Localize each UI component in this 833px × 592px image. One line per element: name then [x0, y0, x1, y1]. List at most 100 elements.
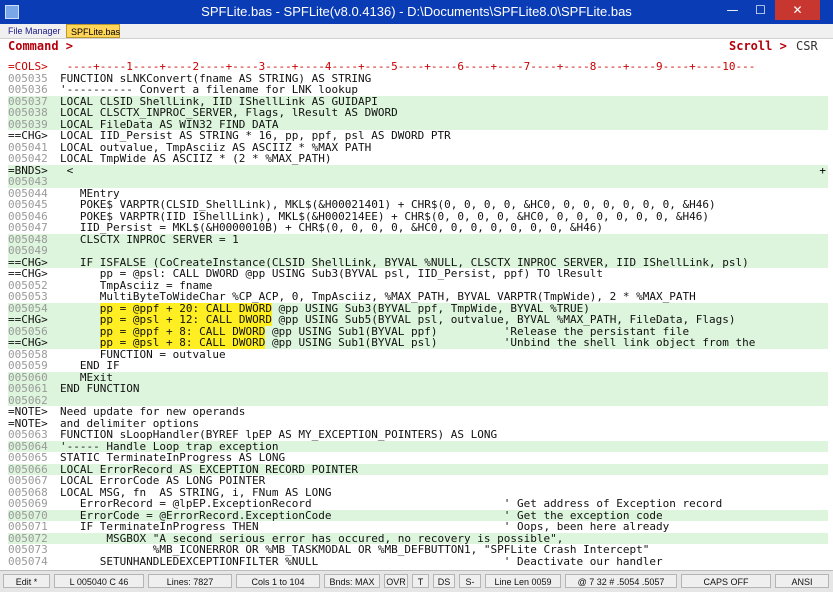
- editor-line[interactable]: 005058 FUNCTION = outvalue: [8, 349, 828, 361]
- line-prefix[interactable]: 005048: [8, 234, 60, 246]
- editor-line[interactable]: 005039 LOCAL FileData AS WIN32_FIND_DATA: [8, 118, 828, 131]
- editor-line[interactable]: 005038 LOCAL CLSCTX_INPROC_SERVER, Flags,…: [8, 107, 828, 119]
- line-prefix[interactable]: ==CHG>: [8, 257, 60, 269]
- status-ds[interactable]: DS: [433, 574, 455, 588]
- editor-line[interactable]: 005037 LOCAL CLSID_ShellLink, IID_IShellL…: [8, 95, 828, 108]
- line-prefix[interactable]: 005072: [8, 533, 60, 545]
- editor-line[interactable]: =NOTE> and delimiter options: [8, 418, 828, 430]
- line-prefix[interactable]: 005041: [8, 142, 60, 154]
- line-prefix[interactable]: 005037: [8, 96, 60, 108]
- line-prefix[interactable]: 005058: [8, 349, 60, 361]
- line-prefix[interactable]: 005059: [8, 360, 60, 372]
- line-prefix[interactable]: 005047: [8, 222, 60, 234]
- line-prefix[interactable]: 005065: [8, 452, 60, 464]
- line-prefix[interactable]: ==CHG>: [8, 130, 60, 142]
- line-prefix[interactable]: 005061: [8, 383, 60, 395]
- line-prefix[interactable]: ==CHG>: [8, 314, 60, 326]
- line-prefix[interactable]: 005063: [8, 429, 60, 441]
- editor-line[interactable]: 005068 LOCAL MSG, fn AS STRING, i, FNum A…: [8, 487, 828, 499]
- editor-area[interactable]: =COLS> ----+----1----+----2----+----3---…: [8, 61, 828, 567]
- line-prefix[interactable]: 005066: [8, 464, 60, 476]
- editor-line[interactable]: 005070 ErrorCode = @ErrorRecord.Exceptio…: [8, 509, 828, 522]
- command-input[interactable]: Command >: [8, 39, 73, 53]
- editor-line[interactable]: 005072 MSGBOX "A second serious error ha…: [8, 532, 828, 545]
- editor-line[interactable]: 005036 '---------- Convert a filename for…: [8, 84, 828, 96]
- editor-line[interactable]: 005046 POKE$ VARPTR(IID_IShellLink), MKL…: [8, 211, 828, 223]
- editor-line[interactable]: 005042 LOCAL TmpWide AS ASCIIZ * (2 * %MA…: [8, 153, 828, 165]
- line-prefix[interactable]: 005056: [8, 326, 60, 338]
- tab-spflite-bas[interactable]: SPFLite.bas: [66, 24, 120, 38]
- editor-line[interactable]: 005053 MultiByteToWideChar %CP_ACP, 0, T…: [8, 291, 828, 303]
- line-prefix[interactable]: 005039: [8, 119, 60, 131]
- editor-line[interactable]: 005049: [8, 245, 828, 257]
- line-prefix[interactable]: 005052: [8, 280, 60, 292]
- line-prefix[interactable]: 005073: [8, 544, 60, 556]
- status-s[interactable]: S-: [459, 574, 481, 588]
- line-prefix[interactable]: 005038: [8, 107, 60, 119]
- editor-line[interactable]: ==CHG> IF ISFALSE (CoCreateInstance(CLSI…: [8, 256, 828, 269]
- tab-file-manager[interactable]: File Manager: [4, 24, 66, 38]
- line-prefix[interactable]: 005068: [8, 487, 60, 499]
- editor-line[interactable]: 005065 STATIC TerminateInProgress AS LONG: [8, 452, 828, 464]
- editor-line[interactable]: 005054 pp = @ppf + 20: CALL DWORD @pp US…: [8, 302, 828, 315]
- editor-line[interactable]: =BNDS> < +: [8, 164, 828, 177]
- line-prefix[interactable]: 005053: [8, 291, 60, 303]
- editor-line[interactable]: 005035 FUNCTION sLNKConvert(fname AS STRI…: [8, 73, 828, 85]
- line-prefix[interactable]: 005067: [8, 475, 60, 487]
- line-prefix[interactable]: 005035: [8, 73, 60, 85]
- editor-line[interactable]: 005074 SETUNHANDLEDEXCEPTIONFILTER %NULL…: [8, 556, 828, 568]
- line-prefix[interactable]: 005070: [8, 510, 60, 522]
- line-prefix[interactable]: 005044: [8, 188, 60, 200]
- editor-line[interactable]: 005066 LOCAL ErrorRecord AS EXCEPTION_REC…: [8, 463, 828, 476]
- line-prefix[interactable]: 005043: [8, 176, 60, 188]
- line-prefix[interactable]: 005045: [8, 199, 60, 211]
- line-prefix[interactable]: =COLS>: [8, 61, 60, 73]
- line-prefix[interactable]: 005036: [8, 84, 60, 96]
- line-prefix[interactable]: 005054: [8, 303, 60, 315]
- line-prefix[interactable]: =NOTE>: [8, 406, 60, 418]
- editor-line[interactable]: 005073 %MB_ICONERROR OR %MB_TASKMODAL OR…: [8, 544, 828, 556]
- editor-line[interactable]: 005064 '----- Handle Loop trap exception: [8, 440, 828, 453]
- editor-line[interactable]: 005071 IF TerminateInProgress THEN ' Oop…: [8, 521, 828, 533]
- close-button[interactable]: ✕: [775, 0, 820, 20]
- scroll-amount-field[interactable]: CSR: [796, 39, 818, 53]
- editor-line[interactable]: 005041 LOCAL outvalue, TmpAsciiz AS ASCII…: [8, 142, 828, 154]
- editor-line[interactable]: 005052 TmpAsciiz = fname: [8, 280, 828, 292]
- editor-line[interactable]: 005044 MEntry: [8, 188, 828, 200]
- editor-line[interactable]: 005043: [8, 176, 828, 188]
- editor-line[interactable]: 005060 MExit: [8, 371, 828, 384]
- status-t[interactable]: T: [412, 574, 429, 588]
- line-prefix[interactable]: 005069: [8, 498, 60, 510]
- editor-line[interactable]: 005067 LOCAL ErrorCode AS LONG POINTER: [8, 475, 828, 487]
- editor-line[interactable]: ==CHG> LOCAL IID_Persist AS STRING * 16, …: [8, 130, 828, 142]
- editor-line[interactable]: 005056 pp = @ppf + 8: CALL DWORD @pp USI…: [8, 325, 828, 338]
- line-prefix[interactable]: 005071: [8, 521, 60, 533]
- line-prefix[interactable]: ==CHG>: [8, 268, 60, 280]
- status-ovr[interactable]: OVR: [384, 574, 408, 588]
- editor-line[interactable]: ==CHG> pp = @psl + 12: CALL DWORD @pp US…: [8, 314, 828, 326]
- editor-line[interactable]: ==CHG> pp = @psl + 8: CALL DWORD @pp USI…: [8, 337, 828, 349]
- line-prefix[interactable]: 005046: [8, 211, 60, 223]
- maximize-button[interactable]: ☐: [747, 0, 774, 20]
- editor-line[interactable]: 005047 IID_Persist = MKL$(&H0000010B) + …: [8, 222, 828, 234]
- editor-line[interactable]: 005048 CLSCTX_INPROC_SERVER = 1: [8, 233, 828, 246]
- line-prefix[interactable]: 005049: [8, 245, 60, 257]
- editor-line[interactable]: ==CHG> pp = @psl: CALL DWORD @pp USING S…: [8, 268, 828, 280]
- editor-line[interactable]: =NOTE> Need update for new operands: [8, 406, 828, 418]
- line-prefix[interactable]: 005062: [8, 395, 60, 407]
- editor-line[interactable]: 005069 ErrorRecord = @lpEP.ExceptionReco…: [8, 498, 828, 510]
- editor-line[interactable]: 005062: [8, 394, 828, 407]
- line-prefix[interactable]: 005060: [8, 372, 60, 384]
- editor-line[interactable]: 005045 POKE$ VARPTR(CLSID_ShellLink), MK…: [8, 199, 828, 211]
- line-prefix[interactable]: 005064: [8, 441, 60, 453]
- line-prefix[interactable]: 005042: [8, 153, 60, 165]
- line-prefix[interactable]: =NOTE>: [8, 418, 60, 430]
- line-prefix[interactable]: 005074: [8, 556, 60, 568]
- minimize-button[interactable]: —: [719, 0, 746, 20]
- editor-line[interactable]: 005061 END FUNCTION: [8, 383, 828, 395]
- editor-line[interactable]: 005059 END IF: [8, 360, 828, 372]
- editor-line[interactable]: 005063 FUNCTION sLoopHandler(BYREF lpEP A…: [8, 429, 828, 441]
- line-prefix[interactable]: =BNDS>: [8, 165, 60, 177]
- editor-line[interactable]: =COLS> ----+----1----+----2----+----3---…: [8, 61, 828, 73]
- line-prefix[interactable]: ==CHG>: [8, 337, 60, 349]
